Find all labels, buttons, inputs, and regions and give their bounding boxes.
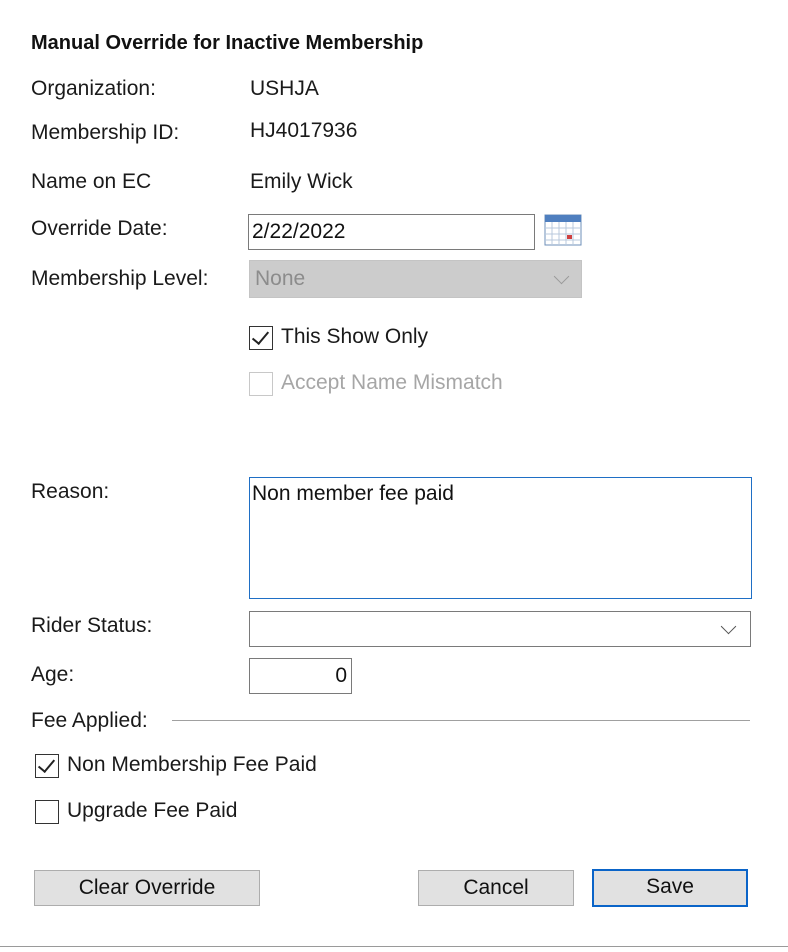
organization-label: Organization: (31, 77, 156, 100)
cancel-button[interactable]: Cancel (418, 870, 574, 906)
checkmark-icon (37, 754, 56, 774)
accept-name-mismatch-label: Accept Name Mismatch (281, 371, 503, 394)
this-show-only-checkbox[interactable] (249, 326, 273, 350)
clear-override-button[interactable]: Clear Override (34, 870, 260, 906)
override-date-input[interactable] (248, 214, 535, 250)
non-membership-fee-paid-checkbox[interactable] (35, 754, 59, 778)
membership-id-value: HJ4017936 (250, 119, 358, 142)
reason-label: Reason: (31, 480, 110, 503)
calendar-icon[interactable] (544, 214, 582, 246)
non-membership-fee-paid-label[interactable]: Non Membership Fee Paid (67, 753, 317, 777)
dialog-bottom-border (0, 946, 788, 947)
save-button[interactable]: Save (592, 869, 748, 907)
fee-applied-divider (172, 720, 750, 721)
name-on-ec-value: Emily Wick (250, 170, 353, 193)
upgrade-fee-paid-label[interactable]: Upgrade Fee Paid (67, 799, 237, 823)
fee-applied-label: Fee Applied: (31, 709, 148, 732)
membership-id-label: Membership ID: (31, 121, 180, 144)
rider-status-label: Rider Status: (31, 614, 153, 637)
dialog-title: Manual Override for Inactive Membership (31, 32, 424, 54)
override-date-label: Override Date: (31, 217, 168, 240)
chevron-down-icon (553, 268, 570, 285)
this-show-only-label[interactable]: This Show Only (281, 325, 428, 349)
age-input[interactable] (249, 658, 352, 694)
membership-level-label: Membership Level: (31, 267, 209, 290)
accept-name-mismatch-checkbox (249, 372, 273, 396)
upgrade-fee-paid-checkbox[interactable] (35, 800, 59, 824)
rider-status-dropdown[interactable] (249, 611, 751, 647)
membership-level-dropdown: None (249, 260, 582, 298)
chevron-down-icon (720, 618, 737, 635)
reason-textarea[interactable]: Non member fee paid (249, 477, 752, 599)
checkmark-icon (251, 326, 270, 346)
organization-value: USHJA (250, 77, 319, 100)
membership-level-value: None (255, 267, 306, 290)
age-label: Age: (31, 663, 75, 686)
name-on-ec-label: Name on EC (31, 170, 152, 193)
